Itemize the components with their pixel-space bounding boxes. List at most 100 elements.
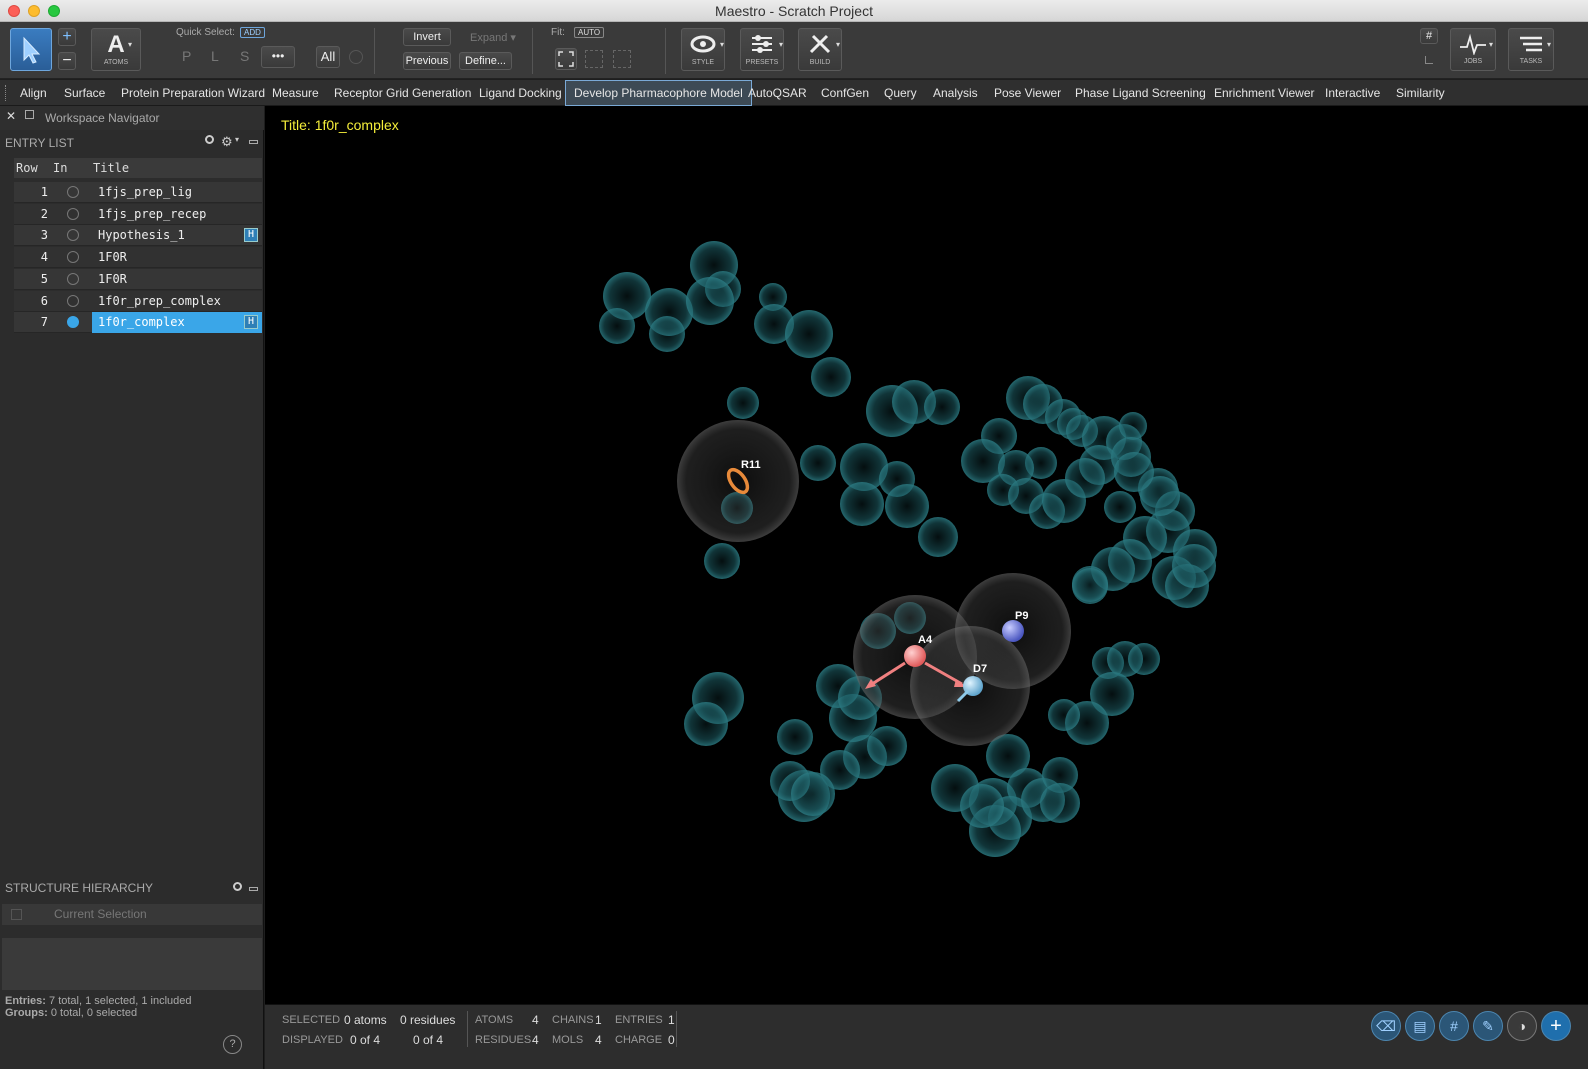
- cursor-arrow-icon: [23, 36, 41, 64]
- excluded-volume-sphere: [1104, 491, 1136, 523]
- entry-list-row[interactable]: 5 1F0R: [14, 268, 262, 290]
- build-button[interactable]: BUILD: [798, 28, 842, 71]
- tab-enrichment-viewer[interactable]: Enrichment Viewer: [1214, 80, 1315, 106]
- entry-title[interactable]: 1f0r_complex: [92, 312, 262, 334]
- select-all-button[interactable]: All: [316, 46, 340, 68]
- jobs-button[interactable]: JOBS: [1450, 28, 1496, 71]
- quick-select-solvent-button[interactable]: S: [240, 48, 249, 64]
- entry-list-row[interactable]: 1 1fjs_prep_lig: [14, 182, 262, 203]
- entry-title[interactable]: 1F0R: [92, 247, 262, 268]
- hypothesis-badge[interactable]: H: [244, 228, 258, 243]
- close-icon[interactable]: ✕: [6, 109, 16, 123]
- search-icon[interactable]: [205, 135, 214, 144]
- help-button[interactable]: ?: [223, 1035, 242, 1054]
- entry-list-row[interactable]: 4 1F0R: [14, 247, 262, 269]
- tab-query[interactable]: Query: [884, 80, 917, 106]
- row-number: 1: [40, 185, 48, 199]
- toggle-switch-button[interactable]: ◑: [1507, 1011, 1537, 1041]
- add-panel-button[interactable]: +: [1541, 1011, 1571, 1041]
- define-button[interactable]: Define...: [459, 52, 512, 70]
- entry-list-row[interactable]: 7 1f0r_complex H: [14, 312, 262, 334]
- grid-toggle-button[interactable]: #: [1420, 28, 1438, 44]
- tab-ligand-docking[interactable]: Ligand Docking: [479, 80, 562, 106]
- selected-atoms: 0 atoms: [344, 1013, 387, 1027]
- remove-selection-button[interactable]: −: [58, 52, 76, 70]
- column-in[interactable]: In: [53, 161, 67, 175]
- tab-pose-viewer[interactable]: Pose Viewer: [994, 80, 1061, 106]
- mesh-tool-button[interactable]: #: [1439, 1011, 1469, 1041]
- invert-button[interactable]: Invert: [403, 28, 451, 46]
- entry-title[interactable]: 1f0r_prep_complex: [92, 291, 262, 312]
- entry-list-row[interactable]: 3 Hypothesis_1 H: [14, 225, 262, 247]
- include-radio[interactable]: [67, 207, 79, 220]
- column-row[interactable]: Row: [16, 161, 38, 175]
- entry-title[interactable]: 1fjs_prep_lig: [92, 182, 262, 203]
- navigator-header: ✕ Workspace Navigator: [0, 106, 264, 130]
- quick-select-more-button[interactable]: •••: [261, 46, 295, 68]
- navigator-title: Workspace Navigator: [45, 111, 160, 125]
- include-radio[interactable]: [67, 272, 79, 285]
- expand-button[interactable]: Expand ▾: [470, 31, 516, 44]
- tab-develop-pharmacophore-model[interactable]: Develop Pharmacophore Model: [565, 80, 752, 106]
- excluded-volume-spheres: [599, 241, 1217, 857]
- selected-residues: 0 residues: [400, 1013, 456, 1027]
- ruler-tool-button[interactable]: ▤: [1405, 1011, 1435, 1041]
- entry-list-row[interactable]: 6 1f0r_prep_complex: [14, 290, 262, 312]
- molecule-scene[interactable]: R11 A4 D7 P9: [265, 106, 1588, 1004]
- column-title[interactable]: Title: [93, 161, 129, 175]
- include-radio[interactable]: [67, 294, 79, 307]
- tab-autoqsar[interactable]: AutoQSAR: [748, 80, 807, 106]
- quick-select-ligand-button[interactable]: L: [211, 48, 219, 64]
- add-badge[interactable]: ADD: [240, 27, 265, 38]
- include-radio[interactable]: [67, 251, 79, 264]
- include-radio[interactable]: [67, 186, 79, 198]
- current-selection-row[interactable]: Current Selection: [2, 904, 262, 925]
- erase-tool-button[interactable]: ⌫: [1371, 1011, 1401, 1041]
- previous-button[interactable]: Previous: [403, 52, 451, 70]
- chevron-down-icon: ▾: [1489, 40, 1494, 49]
- workspace-3d-viewport[interactable]: Title: 1f0r_complex R11 A4 D7 P9: [265, 106, 1588, 1004]
- tab-confgen[interactable]: ConfGen: [821, 80, 869, 106]
- groups-label: Groups:: [5, 1007, 48, 1019]
- pencil-tool-button[interactable]: ✎: [1473, 1011, 1503, 1041]
- minimize-icon[interactable]: [249, 140, 258, 144]
- tab-analysis[interactable]: Analysis: [933, 80, 978, 106]
- include-radio[interactable]: [67, 316, 79, 329]
- fit-visible-icon[interactable]: [613, 50, 631, 68]
- entry-title[interactable]: 1F0R: [92, 269, 262, 290]
- mols-value: 4: [595, 1033, 602, 1047]
- entry-title[interactable]: 1fjs_prep_recep: [92, 204, 262, 225]
- quick-select-protein-button[interactable]: P: [182, 48, 191, 64]
- tasks-button[interactable]: TASKS: [1508, 28, 1554, 71]
- fit-auto-badge[interactable]: AUTO: [574, 27, 605, 38]
- style-button[interactable]: STYLE: [681, 28, 725, 71]
- entry-list-row[interactable]: 2 1fjs_prep_recep: [14, 203, 262, 225]
- include-radio[interactable]: [67, 229, 79, 242]
- tab-interactive[interactable]: Interactive: [1325, 80, 1380, 106]
- gear-icon[interactable]: ⚙: [221, 134, 233, 150]
- add-selection-button[interactable]: +: [58, 28, 76, 46]
- tab-phase-ligand-screening[interactable]: Phase Ligand Screening: [1075, 80, 1206, 106]
- tab-similarity[interactable]: Similarity: [1396, 80, 1445, 106]
- fit-to-screen-button[interactable]: [555, 48, 577, 70]
- row-number: 2: [40, 206, 48, 221]
- search-icon[interactable]: [233, 882, 242, 891]
- select-arrow-button[interactable]: [10, 28, 52, 71]
- atoms-button[interactable]: A ATOMS: [91, 28, 141, 71]
- tab-protein-preparation-wizard[interactable]: Protein Preparation Wizard: [121, 80, 265, 106]
- fit-selection-icon[interactable]: [585, 50, 603, 68]
- excluded-volume-sphere: [777, 719, 813, 755]
- minimize-icon[interactable]: [249, 887, 258, 891]
- tab-surface[interactable]: Surface: [64, 80, 105, 106]
- displayed-residues: 0 of 4: [413, 1033, 444, 1047]
- tab-measure[interactable]: Measure: [272, 80, 319, 106]
- hypothesis-badge[interactable]: H: [244, 315, 258, 330]
- tab-receptor-grid-generation[interactable]: Receptor Grid Generation: [334, 80, 471, 106]
- tab-align[interactable]: Align: [20, 80, 47, 106]
- entry-title[interactable]: Hypothesis_1: [92, 225, 262, 246]
- presets-button[interactable]: PRESETS: [740, 28, 784, 71]
- style-swirl-icon: [690, 35, 716, 53]
- detach-icon[interactable]: [25, 110, 34, 119]
- current-selection-checkbox[interactable]: [11, 909, 22, 920]
- excluded-volume-sphere: [1072, 568, 1108, 604]
